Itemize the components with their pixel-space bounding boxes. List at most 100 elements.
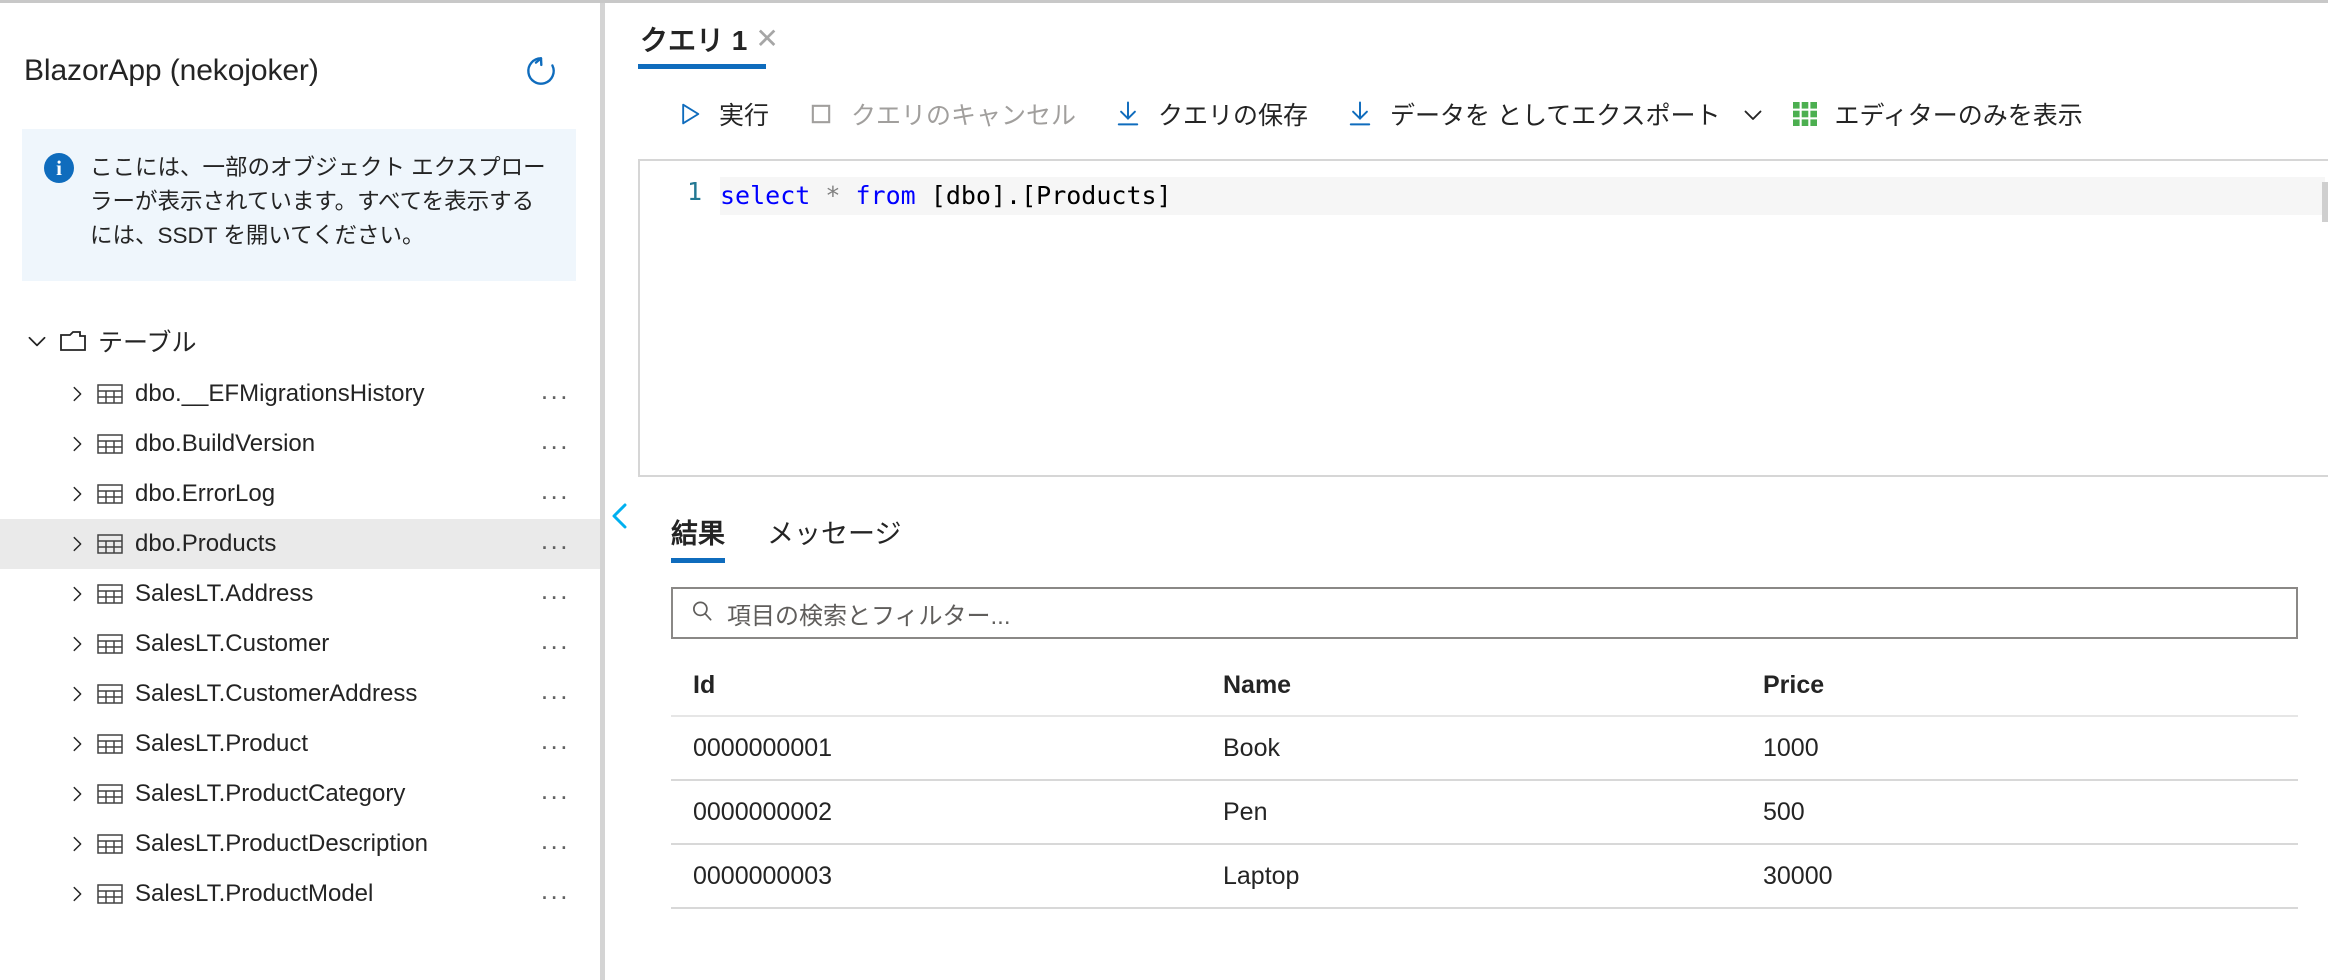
cell-name: Laptop (1201, 862, 1741, 891)
active-tab-indicator (638, 64, 766, 69)
column-header-name[interactable]: Name (1201, 671, 1741, 700)
tree-item-more-button[interactable]: ... (541, 377, 576, 403)
table-row[interactable]: 0000000002Pen500 (671, 781, 2298, 845)
cell-price: 30000 (1741, 862, 2298, 891)
column-header-price[interactable]: Price (1741, 671, 2298, 700)
database-title: BlazorApp (nekojoker) (24, 54, 319, 88)
cell-name: Book (1201, 734, 1741, 763)
show-editor-only-button[interactable]: エディターのみを表示 (1771, 84, 2101, 144)
cell-price: 1000 (1741, 734, 2298, 763)
tree-item-saleslt-address[interactable]: SalesLT.Address... (0, 569, 600, 619)
results-filter-box[interactable]: 項目の検索とフィルター... (671, 587, 2298, 639)
chevron-right-icon[interactable] (62, 429, 92, 459)
tree-item-dbo-products[interactable]: dbo.Products... (0, 519, 600, 569)
tree-item-saleslt-productcategory[interactable]: SalesLT.ProductCategory... (0, 769, 600, 819)
chevron-down-icon (22, 326, 52, 356)
grid-icon (1789, 98, 1821, 130)
object-tree: テーブル dbo.__EFMigrationsHistory...dbo.Bui… (0, 313, 600, 919)
editor-vertical-scrollbar-thumb[interactable] (2322, 182, 2328, 222)
tree-item-dbo-efmigrationshistory[interactable]: dbo.__EFMigrationsHistory... (0, 369, 600, 419)
chevron-right-icon[interactable] (62, 829, 92, 859)
tree-item-more-button[interactable]: ... (541, 527, 576, 553)
sidebar-header: BlazorApp (nekojoker) (0, 3, 600, 99)
refresh-icon[interactable] (520, 50, 562, 92)
column-header-id[interactable]: Id (671, 671, 1201, 700)
close-icon[interactable]: ✕ (755, 25, 778, 53)
chevron-right-icon[interactable] (62, 529, 92, 559)
chevron-right-icon[interactable] (62, 479, 92, 509)
play-icon (673, 98, 705, 130)
tree-item-more-button[interactable]: ... (541, 427, 576, 453)
chevron-right-icon[interactable] (62, 679, 92, 709)
info-icon: i (44, 153, 74, 183)
chevron-right-icon[interactable] (62, 729, 92, 759)
tree-item-saleslt-product[interactable]: SalesLT.Product... (0, 719, 600, 769)
query-tab-bar: クエリ 1 ✕ (605, 3, 2328, 75)
results-tab-label: 結果 (671, 519, 725, 549)
tree-item-saleslt-customeraddress[interactable]: SalesLT.CustomerAddress... (0, 669, 600, 719)
tree-item-dbo-buildversion[interactable]: dbo.BuildVersion... (0, 419, 600, 469)
tree-item-more-button[interactable]: ... (541, 827, 576, 853)
run-query-label: 実行 (719, 96, 769, 132)
results-tab-messages[interactable]: メッセージ (767, 512, 901, 563)
sql-keyword-from: from (856, 181, 916, 210)
results-tab-label: メッセージ (767, 519, 901, 549)
tree-item-dbo-errorlog[interactable]: dbo.ErrorLog... (0, 469, 600, 519)
results-tab-results[interactable]: 結果 (671, 512, 725, 563)
chevron-right-icon[interactable] (62, 579, 92, 609)
chevron-right-icon[interactable] (62, 779, 92, 809)
tree-item-more-button[interactable]: ... (541, 777, 576, 803)
run-query-button[interactable]: 実行 (655, 84, 787, 144)
sql-star-operator: * (825, 181, 840, 210)
table-row[interactable]: 0000000001Book1000 (671, 717, 2298, 781)
tree-item-more-button[interactable]: ... (541, 577, 576, 603)
tree-item-saleslt-customer[interactable]: SalesLT.Customer... (0, 619, 600, 669)
tree-folder-label: テーブル (98, 323, 197, 359)
table-row[interactable]: 0000000003Laptop30000 (671, 845, 2298, 909)
table-icon (94, 480, 126, 508)
tree-folder-tables[interactable]: テーブル (0, 313, 600, 369)
tree-item-more-button[interactable]: ... (541, 727, 576, 753)
chevron-right-icon[interactable] (62, 879, 92, 909)
tree-item-label: SalesLT.ProductModel (135, 880, 541, 908)
chevron-right-icon[interactable] (62, 379, 92, 409)
folder-icon (56, 326, 90, 356)
tree-item-label: SalesLT.Customer (135, 630, 541, 658)
tree-item-more-button[interactable]: ... (541, 877, 576, 903)
download-icon (1112, 98, 1144, 130)
cell-price: 500 (1741, 798, 2298, 827)
table-icon (94, 430, 126, 458)
sql-keyword-select: select (720, 181, 810, 210)
editor-code-area[interactable]: select * from [dbo].[Products] (720, 161, 2328, 475)
results-tab-bar: 結果 メッセージ (638, 507, 2328, 563)
export-dropdown-chevron-down-icon[interactable] (1735, 94, 1771, 134)
sql-table-reference: [dbo].[Products] (931, 181, 1172, 210)
table-icon (94, 580, 126, 608)
query-editor-app: BlazorApp (nekojoker) i ここには、一部のオブジェクト エ… (0, 0, 2328, 980)
export-data-button[interactable]: データを としてエクスポート (1326, 84, 1738, 144)
tree-item-more-button[interactable]: ... (541, 677, 576, 703)
query-tab-label: クエリ 1 (640, 19, 747, 59)
download-icon (1344, 98, 1376, 130)
editor-line-number: 1 (640, 161, 720, 475)
cancel-query-button[interactable]: クエリのキャンセル (787, 84, 1094, 144)
results-panel: 結果 メッセージ 項目の検索とフィルター... Id Name Price 000… (638, 507, 2328, 980)
save-query-button[interactable]: クエリの保存 (1094, 84, 1326, 144)
sql-editor[interactable]: 1 select * from [dbo].[Products] (638, 159, 2328, 477)
tree-item-saleslt-productmodel[interactable]: SalesLT.ProductModel... (0, 869, 600, 919)
table-icon (94, 630, 126, 658)
collapse-panel-button[interactable] (605, 496, 635, 536)
tree-item-label: SalesLT.CustomerAddress (135, 680, 541, 708)
tab-query-1[interactable]: クエリ 1 ✕ (638, 3, 781, 75)
cancel-query-label: クエリのキャンセル (851, 96, 1076, 132)
table-icon (94, 730, 126, 758)
cell-name: Pen (1201, 798, 1741, 827)
chevron-right-icon[interactable] (62, 629, 92, 659)
tree-item-saleslt-productdescription[interactable]: SalesLT.ProductDescription... (0, 819, 600, 869)
query-toolbar: 実行 クエリのキャンセル クエリの保存 (605, 75, 2328, 153)
results-grid: Id Name Price 0000000001Book100000000000… (671, 655, 2298, 909)
tree-item-more-button[interactable]: ... (541, 627, 576, 653)
tree-item-label: SalesLT.Address (135, 580, 541, 608)
tree-item-more-button[interactable]: ... (541, 477, 576, 503)
results-grid-header: Id Name Price (671, 655, 2298, 717)
